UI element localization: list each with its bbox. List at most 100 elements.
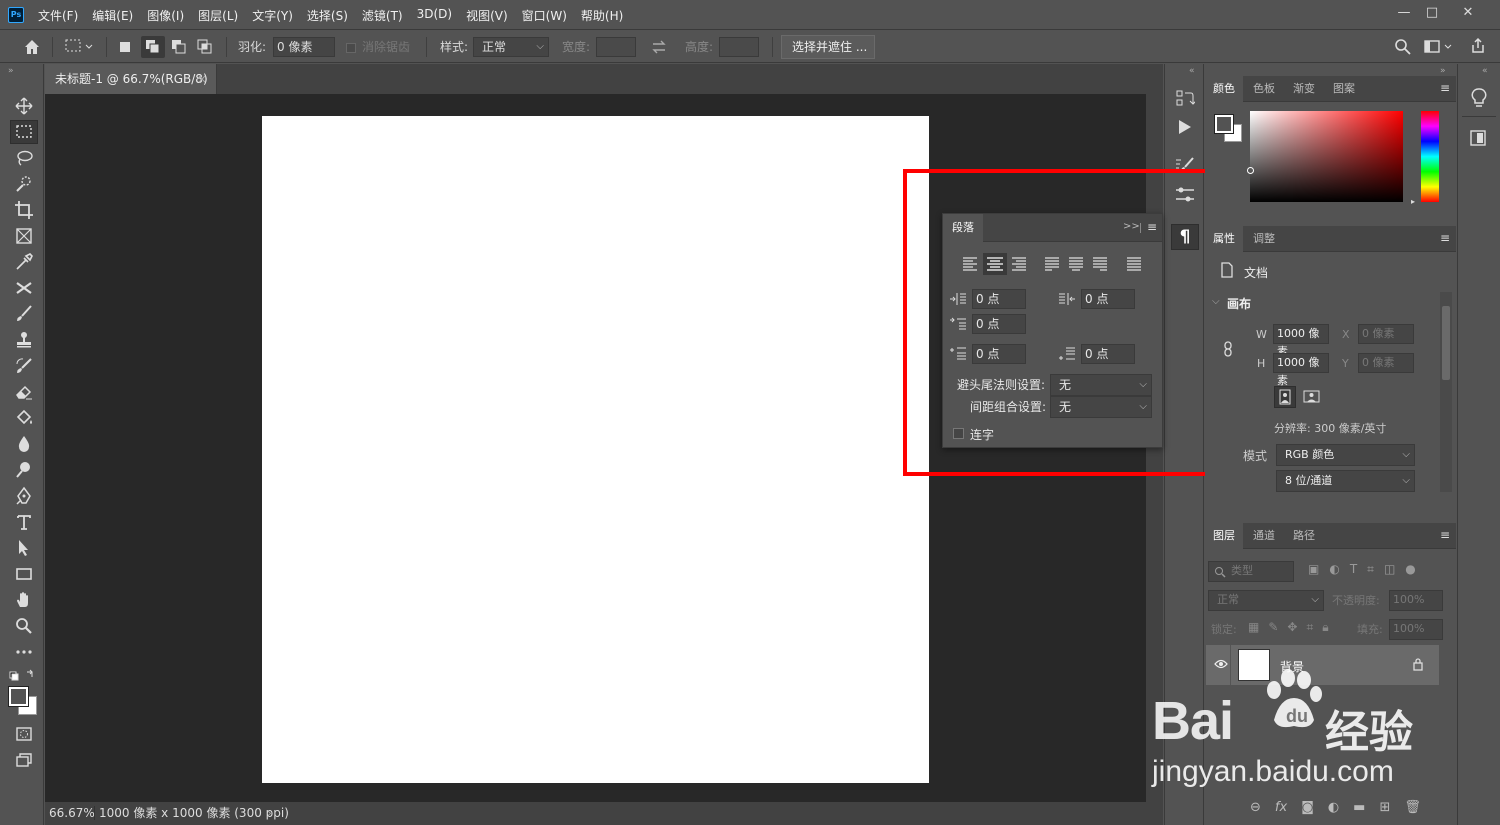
lasso-tool-icon[interactable] [10, 146, 38, 170]
type-filter-icon[interactable]: T [1350, 562, 1357, 577]
menu-type[interactable]: 文字(Y) [252, 7, 293, 24]
link-layers-icon[interactable]: ⊖ [1250, 800, 1261, 815]
menu-window[interactable]: 窗口(W) [522, 7, 567, 24]
menu-select[interactable]: 选择(S) [307, 7, 348, 24]
brush-tool-icon[interactable] [10, 302, 38, 326]
color-swatches-icon[interactable] [8, 686, 40, 718]
maximize-button[interactable]: □ [1421, 4, 1443, 24]
canvas-height-input[interactable]: 1000 像素 [1273, 353, 1329, 387]
new-selection-icon[interactable] [118, 31, 132, 63]
quick-select-tool-icon[interactable] [10, 172, 38, 196]
menu-layer[interactable]: 图层(L) [198, 7, 238, 24]
tab-swatches[interactable]: 色板 [1253, 76, 1275, 102]
canvas-x-input[interactable]: 0 像素 [1358, 324, 1414, 344]
paint-bucket-tool-icon[interactable] [10, 406, 38, 430]
bit-depth-select[interactable]: 8 位/通道 ⌵ [1276, 470, 1415, 492]
menu-file[interactable]: 文件(F) [38, 7, 78, 24]
history-brush-tool-icon[interactable] [10, 354, 38, 378]
adjustment-layer-icon[interactable]: ◐ [1328, 800, 1339, 815]
lock-position-icon[interactable]: ✥ [1287, 620, 1297, 635]
hand-tool-icon[interactable] [10, 588, 38, 612]
menu-image[interactable]: 图像(I) [147, 7, 184, 24]
screen-mode-icon[interactable] [10, 748, 38, 772]
layer-filter-select[interactable]: 类型 [1208, 561, 1294, 582]
panel-menu-icon[interactable]: ≡ [1440, 231, 1450, 245]
marquee-tool-icon[interactable] [10, 120, 38, 144]
more-tools-icon[interactable] [10, 640, 38, 664]
path-selection-tool-icon[interactable] [10, 536, 38, 560]
canvas-width-input[interactable]: 1000 像素 [1273, 324, 1329, 358]
move-tool-icon[interactable] [10, 94, 38, 118]
zoom-tool-icon[interactable] [10, 614, 38, 638]
healing-brush-tool-icon[interactable] [10, 276, 38, 300]
close-tab-icon[interactable]: × [197, 64, 207, 94]
properties-scrollbar[interactable] [1440, 292, 1452, 492]
blend-mode-select[interactable]: 正常 ⌵ [1208, 590, 1324, 611]
clone-stamp-tool-icon[interactable] [10, 328, 38, 352]
menu-filter[interactable]: 滤镜(T) [362, 7, 403, 24]
tab-paths[interactable]: 路径 [1293, 523, 1315, 549]
quick-mask-icon[interactable] [10, 722, 38, 746]
menu-help[interactable]: 帮助(H) [581, 7, 623, 24]
minimize-button[interactable]: — [1393, 4, 1415, 24]
tab-color[interactable]: 颜色 [1205, 76, 1243, 102]
opacity-input[interactable]: 100% [1389, 590, 1443, 611]
document-tab[interactable]: 未标题-1 @ 66.7%(RGB/8) × [45, 64, 217, 94]
hue-slider-handle-icon[interactable]: ▸ [1411, 197, 1415, 206]
new-layer-icon[interactable]: ⊞ [1379, 800, 1390, 815]
link-dimensions-icon[interactable] [1222, 340, 1234, 361]
select-and-mask-button[interactable]: 选择并遮住 ... [781, 35, 875, 59]
subtract-selection-icon[interactable] [170, 31, 188, 63]
expand-toolbar-icon[interactable]: » [8, 66, 14, 76]
tab-channels[interactable]: 通道 [1253, 523, 1275, 549]
swap-icon[interactable] [651, 31, 667, 63]
panel-menu-icon[interactable]: ≡ [1440, 81, 1450, 95]
tab-patterns[interactable]: 图案 [1333, 76, 1355, 102]
eraser-tool-icon[interactable] [10, 380, 38, 404]
home-icon[interactable] [22, 31, 42, 63]
menu-view[interactable]: 视图(V) [466, 7, 508, 24]
rectangle-tool-icon[interactable] [10, 562, 38, 586]
width-input[interactable] [596, 37, 636, 57]
fill-input[interactable]: 100% [1389, 619, 1443, 640]
tab-properties[interactable]: 属性 [1205, 226, 1243, 252]
pixel-filter-icon[interactable]: ▣ [1308, 562, 1319, 577]
antialias-checkbox[interactable] [346, 31, 356, 63]
lock-artboard-icon[interactable]: ⌗ [1306, 620, 1313, 635]
learn-lightbulb-icon[interactable] [1468, 86, 1490, 113]
add-mask-icon[interactable]: ◙ [1301, 800, 1314, 815]
menu-edit[interactable]: 编辑(E) [92, 7, 133, 24]
adjustment-filter-icon[interactable]: ◐ [1329, 562, 1339, 577]
feather-input[interactable]: 0 像素 [273, 37, 335, 57]
zoom-level[interactable]: 66.67% [49, 802, 95, 824]
add-selection-icon[interactable] [141, 36, 165, 58]
color-field[interactable] [1247, 111, 1403, 202]
status-menu-arrow[interactable]: › [267, 802, 272, 824]
blur-tool-icon[interactable] [10, 432, 38, 456]
history-panel-icon[interactable] [1175, 88, 1197, 113]
tab-adjustments[interactable]: 调整 [1253, 226, 1275, 252]
fx-icon[interactable]: fx [1275, 800, 1287, 815]
tab-gradients[interactable]: 渐变 [1293, 76, 1315, 102]
collapse-strip-icon[interactable]: « [1189, 66, 1195, 76]
collapse-far-strip-icon[interactable]: « [1482, 66, 1488, 76]
smart-object-filter-icon[interactable]: ◫ [1384, 562, 1395, 577]
menu-3d[interactable]: 3D(D) [417, 7, 452, 24]
tab-layers[interactable]: 图层 [1205, 523, 1243, 549]
chevron-down-icon[interactable]: ⌵ [1212, 296, 1220, 307]
lock-paint-icon[interactable]: ✎ [1268, 620, 1278, 635]
frame-tool-icon[interactable] [10, 224, 38, 248]
share-icon[interactable] [1469, 31, 1487, 63]
close-window-button[interactable]: ✕ [1457, 4, 1479, 24]
crop-tool-icon[interactable] [10, 198, 38, 222]
height-input[interactable] [719, 37, 759, 57]
workspace-icon[interactable] [1424, 31, 1454, 63]
lock-transparent-icon[interactable]: ▦ [1248, 620, 1259, 635]
shape-filter-icon[interactable]: ⌗ [1367, 562, 1374, 577]
dodge-tool-icon[interactable] [10, 458, 38, 482]
marquee-preset-icon[interactable] [64, 31, 94, 63]
canvas-y-input[interactable]: 0 像素 [1358, 353, 1414, 373]
style-select[interactable]: 正常 ⌵ [473, 37, 549, 57]
expand-dock-icon[interactable]: » [1440, 66, 1446, 76]
libraries-icon[interactable] [1468, 128, 1488, 151]
